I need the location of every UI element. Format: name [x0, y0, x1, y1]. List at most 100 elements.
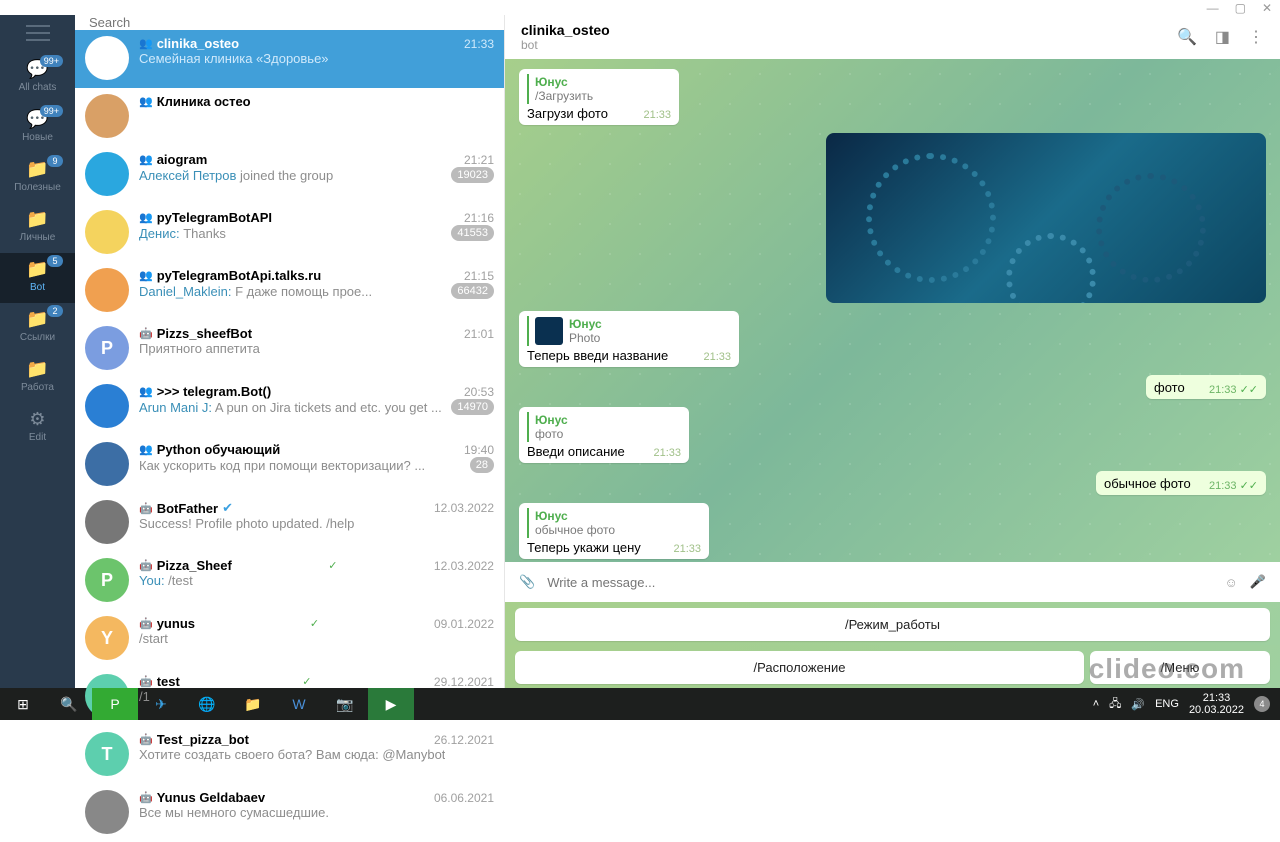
avatar — [85, 500, 129, 544]
tray-notifications[interactable]: 4 — [1254, 696, 1270, 712]
incoming-message[interactable]: Юнусобычное фото Теперь укажи цену21:33 — [519, 503, 709, 559]
taskbar-app[interactable]: P — [92, 688, 138, 720]
rail-all-chats[interactable]: 99+💬All chats — [0, 53, 75, 103]
chat-title: pyTelegramBotApi.talks.ru — [157, 268, 321, 283]
read-check-icon: ✓ — [302, 675, 311, 688]
chat-list-item[interactable]: 👥 Python обучающий 19:40 Как ускорить код п… — [75, 436, 504, 494]
kb-btn-hours[interactable]: /Режим_работы — [515, 608, 1270, 641]
tray-network-icon[interactable]: 🖧 — [1109, 695, 1121, 714]
start-button[interactable]: ⊞ — [0, 688, 46, 720]
chat-preview: Все мы немного сумасшедшие. — [139, 805, 329, 820]
outgoing-image[interactable] — [826, 133, 1266, 303]
chat-preview: Как ускорить код при помощи векторизации… — [139, 458, 425, 473]
chat-preview: Хотите создать своего бота? Вам сюда: @M… — [139, 747, 445, 762]
avatar — [85, 94, 129, 138]
chat-preview: Семейная клиника «Здоровье» — [139, 51, 329, 66]
chat-time: 26.12.2021 — [434, 733, 494, 747]
rail-work[interactable]: 📁Работа — [0, 353, 75, 403]
chat-preview: /start — [139, 631, 168, 646]
tray-chevron-icon[interactable]: ˄ — [1093, 698, 1099, 710]
chat-time: 21:21 — [464, 153, 494, 167]
bot-icon: 🤖 — [139, 617, 153, 630]
chat-time: 21:33 — [464, 37, 494, 51]
voice-icon[interactable]: 🎤 — [1250, 574, 1266, 590]
chat-title: Клиника остео — [157, 94, 251, 109]
incoming-message[interactable]: Юнусфото Введи описание21:33 — [519, 407, 689, 463]
sidepanel-icon[interactable]: ◨ — [1215, 27, 1230, 47]
avatar — [85, 384, 129, 428]
bot-icon: 🤖 — [139, 733, 153, 746]
incoming-message[interactable]: ЮнусPhoto Теперь введи название21:33 — [519, 311, 739, 367]
chat-time: 21:16 — [464, 211, 494, 225]
chat-list-item[interactable]: 👥pyTelegramBotApi.talks.ru21:15Daniel_Ma… — [75, 262, 504, 320]
chat-list-item[interactable]: Y🤖yunus✓09.01.2022/start — [75, 610, 504, 668]
chat-list-item[interactable]: 👥clinika_osteo21:33Семейная клиника «Здо… — [75, 30, 504, 88]
bot-keyboard-row2: /Расположение /Меню — [505, 645, 1280, 688]
chat-title: Yunus Geldabaev — [157, 790, 265, 805]
unread-badge: 66432 — [451, 283, 494, 299]
kb-btn-location[interactable]: /Расположение — [515, 651, 1084, 684]
chat-header-sub: bot — [521, 38, 610, 52]
unread-badge: 14970 — [451, 399, 494, 415]
chat-list-item[interactable]: 🤖BotFather✔12.03.2022Success! Profile ph… — [75, 494, 504, 552]
rail-links[interactable]: 2📁Ссылки — [0, 303, 75, 353]
chat-time: 21:01 — [464, 327, 494, 341]
menu-icon[interactable] — [26, 25, 50, 41]
taskbar-app[interactable]: ✈ — [138, 688, 184, 720]
message-input[interactable] — [547, 575, 1212, 590]
tray-clock[interactable]: 21:3320.03.2022 — [1189, 692, 1244, 716]
group-icon: 👥 — [139, 385, 153, 398]
chat-list-item[interactable]: P🤖Pizza_Sheef✓12.03.2022You: /test — [75, 552, 504, 610]
taskbar-app[interactable]: ▶ — [368, 688, 414, 720]
chat-title: Test_pizza_bot — [157, 732, 249, 747]
chat-title: clinika_osteo — [157, 36, 239, 51]
chat-list-item[interactable]: T🤖Test_pizza_bot26.12.2021Хотите создать… — [75, 726, 504, 784]
tray-sound-icon[interactable]: 🔊 — [1131, 698, 1145, 711]
chat-list-panel: 👥 clinika_osteo 21:33 Семейная клиника «Здо… — [75, 15, 505, 688]
chat-time: 19:40 — [464, 443, 494, 457]
chat-header[interactable]: clinika_osteo bot 🔍 ◨ ⋮ — [505, 15, 1280, 59]
tray-lang[interactable]: ENG — [1155, 698, 1179, 710]
rail-bot[interactable]: 5📁Bot — [0, 253, 75, 303]
rail-edit[interactable]: ⚙Edit — [0, 403, 75, 453]
chat-title: Pizza_Sheef — [157, 558, 232, 573]
chat-title: aiogram — [157, 152, 208, 167]
unread-badge: 28 — [470, 457, 494, 473]
outgoing-message[interactable]: фото21:33 ✓✓ — [1146, 375, 1266, 399]
minimize-icon[interactable]: — — [1207, 1, 1219, 15]
rail-useful[interactable]: 9📁Полезные — [0, 153, 75, 203]
chat-list-item[interactable]: 👥Клиника остео — [75, 88, 504, 146]
folder-rail: 99+💬All chats 99+💬Новые 9📁Полезные 📁Личн… — [0, 15, 75, 688]
emoji-icon[interactable]: ☺ — [1225, 575, 1238, 590]
taskbar-app[interactable]: W — [276, 688, 322, 720]
search-taskbar-icon[interactable]: 🔍 — [46, 688, 92, 720]
search-input[interactable] — [89, 15, 490, 30]
chat-preview: Success! Profile photo updated. /help — [139, 516, 354, 531]
bot-icon: 🤖 — [139, 559, 153, 572]
kb-btn-menu[interactable]: /Меню — [1090, 651, 1270, 684]
conversation-panel: clinika_osteo bot 🔍 ◨ ⋮ Юнус/Загрузить З… — [505, 15, 1280, 688]
close-icon[interactable]: ✕ — [1262, 1, 1272, 15]
taskbar-app[interactable]: 📁 — [230, 688, 276, 720]
taskbar-app[interactable]: 🌐 — [184, 688, 230, 720]
avatar: P — [85, 326, 129, 370]
bot-icon: 🤖 — [139, 327, 153, 340]
chat-list-item[interactable]: 👥aiogram21:21Алексей Петров joined the g… — [75, 146, 504, 204]
chat-list-item[interactable]: 🤖Yunus Geldabaev06.06.2021Все мы немного… — [75, 784, 504, 842]
outgoing-message[interactable]: обычное фото21:33 ✓✓ — [1096, 471, 1266, 495]
maximize-icon[interactable]: ▢ — [1235, 1, 1246, 15]
group-icon: 👥 — [139, 443, 153, 456]
attach-icon[interactable]: 📎 — [519, 574, 535, 590]
taskbar-app[interactable]: 📷 — [322, 688, 368, 720]
rail-new[interactable]: 99+💬Новые — [0, 103, 75, 153]
rail-personal[interactable]: 📁Личные — [0, 203, 75, 253]
search-icon[interactable]: 🔍 — [1177, 27, 1197, 47]
chat-list-item[interactable]: P🤖Pizzs_sheefBot21:01Приятного аппетита — [75, 320, 504, 378]
window-titlebar: — ▢ ✕ — [0, 0, 1280, 15]
chat-preview: Arun Mani J: A pun on Jira tickets and e… — [139, 400, 442, 415]
chat-title: Python обучающий — [157, 442, 281, 457]
more-icon[interactable]: ⋮ — [1248, 27, 1264, 47]
chat-list-item[interactable]: 👥>>> telegram.Bot()20:53Arun Mani J: A p… — [75, 378, 504, 436]
chat-list-item[interactable]: 👥pyTelegramBotAPI21:16Денис: Thanks41553 — [75, 204, 504, 262]
incoming-message[interactable]: Юнус/Загрузить Загрузи фото21:33 — [519, 69, 679, 125]
